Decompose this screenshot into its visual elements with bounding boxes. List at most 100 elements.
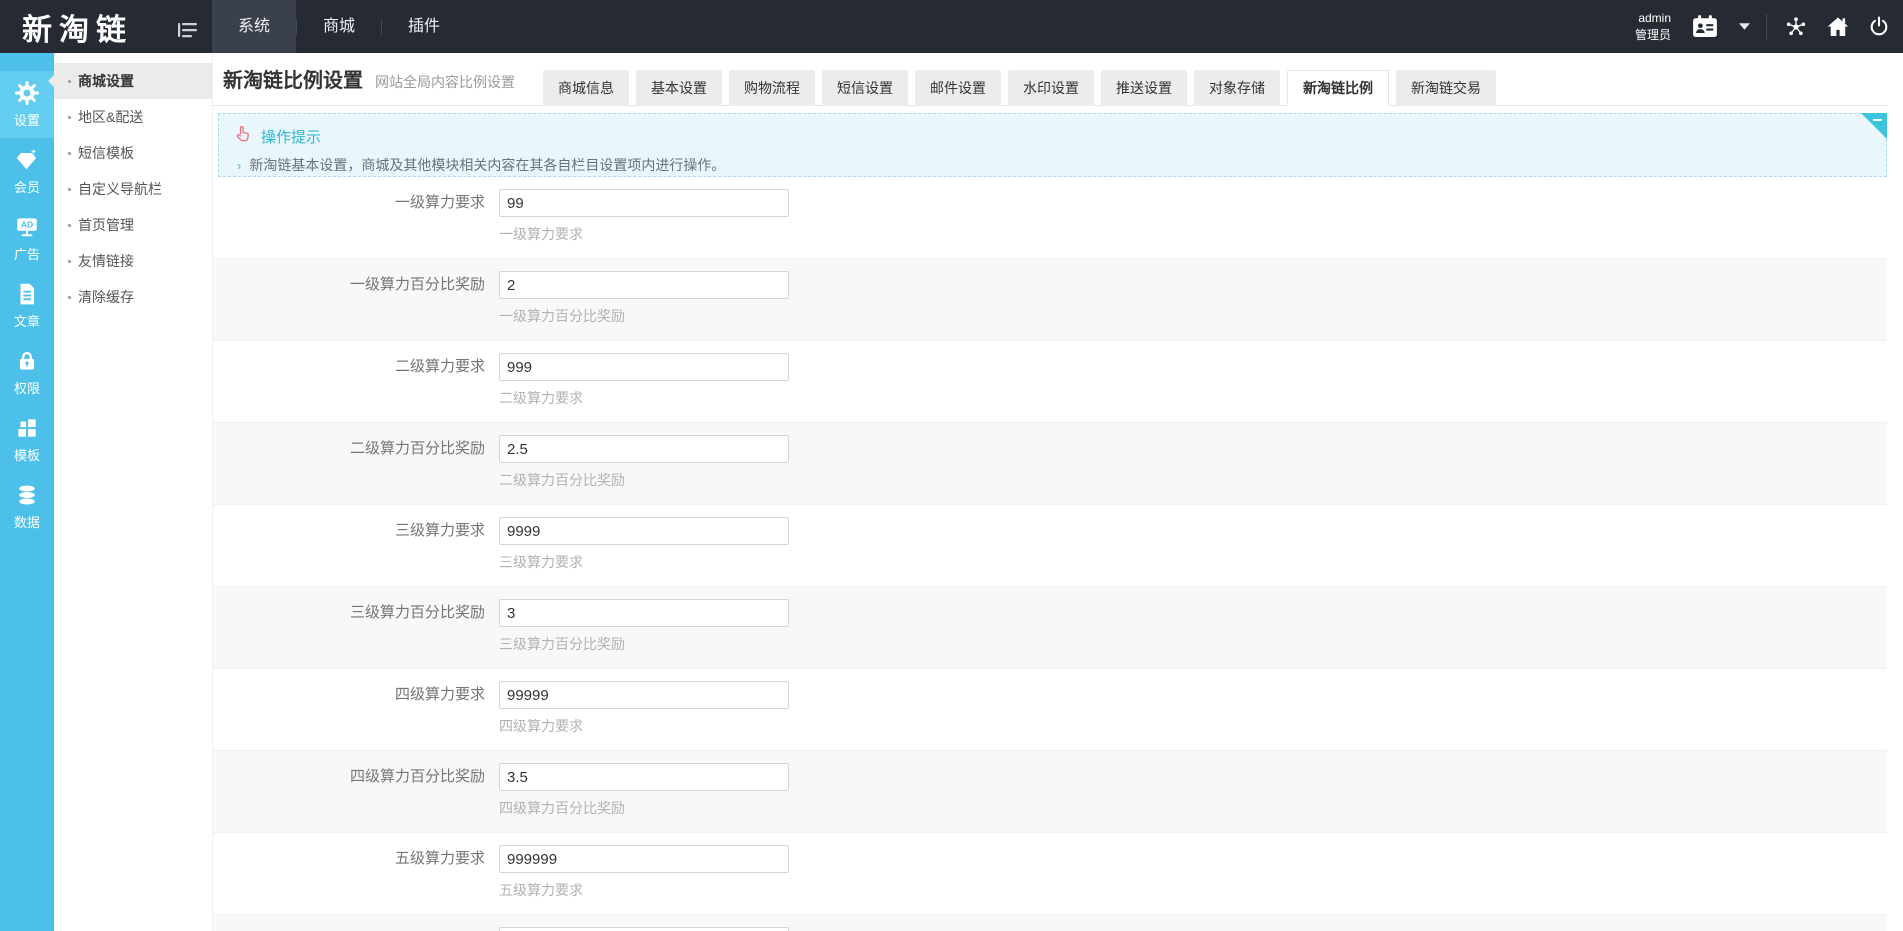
tab-watermark-settings[interactable]: 水印设置 bbox=[1008, 70, 1094, 106]
field-label: 四级算力要求 bbox=[394, 686, 485, 703]
user-name: admin bbox=[1638, 11, 1671, 26]
level2-reward-input[interactable] bbox=[499, 435, 789, 463]
svg-text:AD: AD bbox=[21, 220, 34, 230]
submenu-label: 首页管理 bbox=[78, 217, 134, 233]
field-label: 五级算力百分比奖励 bbox=[213, 927, 485, 931]
gear-icon bbox=[15, 81, 39, 105]
level3-requirement-input[interactable] bbox=[499, 517, 789, 545]
rail-item-templates[interactable]: 模板 bbox=[0, 406, 54, 473]
rail-item-settings[interactable]: 设置 bbox=[0, 71, 54, 138]
form-row-level4-requirement: 四级算力要求 四级算力要求 bbox=[213, 668, 1887, 750]
topnav-item-plugin[interactable]: 插件 bbox=[382, 0, 466, 53]
field-hint: 二级算力要求 bbox=[499, 390, 583, 406]
form-row-level4-reward: 四级算力百分比奖励 四级算力百分比奖励 bbox=[213, 750, 1887, 832]
topnav-item-system[interactable]: 系统 bbox=[212, 0, 297, 53]
rail-item-permissions[interactable]: 权限 bbox=[0, 339, 54, 406]
tab-shopping-flow[interactable]: 购物流程 bbox=[729, 70, 815, 106]
topbar-right: admin 管理员 bbox=[1635, 0, 1903, 53]
tab-mall-info[interactable]: 商城信息 bbox=[543, 70, 629, 106]
level4-requirement-input[interactable] bbox=[499, 681, 789, 709]
database-icon bbox=[19, 485, 35, 505]
field-label: 五级算力要求 bbox=[394, 850, 485, 867]
alert-bullet: › bbox=[237, 157, 242, 173]
bullet-dot bbox=[68, 80, 71, 83]
form-row-level3-requirement: 三级算力要求 三级算力要求 bbox=[213, 504, 1887, 586]
form-row-level1-requirement: 一级算力要求 一级算力要求 bbox=[213, 177, 1887, 258]
page-title: 新淘链比例设置 bbox=[223, 70, 363, 92]
submenu-label: 短信模板 bbox=[78, 145, 134, 161]
id-card-icon[interactable] bbox=[1687, 12, 1723, 42]
top-nav: 系统 商城 插件 bbox=[212, 0, 466, 53]
sidebar-collapse-icon[interactable] bbox=[178, 22, 198, 38]
bullet-dot bbox=[68, 224, 71, 227]
topbar: 新淘链 系统 商城 插件 admin 管理员 bbox=[0, 0, 1903, 53]
rail-item-ads[interactable]: AD 广告 bbox=[0, 205, 54, 272]
chevron-down-icon[interactable] bbox=[1739, 23, 1750, 30]
field-hint: 三级算力要求 bbox=[499, 554, 583, 570]
level5-reward-input[interactable] bbox=[499, 927, 789, 931]
settings-form: 一级算力要求 一级算力要求 一级算力百分比奖励 一级算力百分比奖励 二级算力要求… bbox=[213, 177, 1887, 931]
submenu-item-friend-links[interactable]: 友情链接 bbox=[54, 243, 212, 279]
field-hint: 四级算力百分比奖励 bbox=[499, 800, 625, 816]
level5-requirement-input[interactable] bbox=[499, 845, 789, 873]
submenu-item-mall-settings[interactable]: 商城设置 bbox=[48, 63, 212, 99]
alert-message-row: › 新淘链基本设置，商城及其他模块相关内容在其各自栏目设置项内进行操作。 bbox=[233, 155, 1872, 175]
form-row-level2-reward: 二级算力百分比奖励 二级算力百分比奖励 bbox=[213, 422, 1887, 504]
tab-email-settings[interactable]: 邮件设置 bbox=[915, 70, 1001, 106]
field-label: 一级算力要求 bbox=[394, 194, 485, 211]
level1-reward-input[interactable] bbox=[499, 271, 789, 299]
app-logo: 新淘链 bbox=[22, 13, 133, 47]
tab-object-storage[interactable]: 对象存储 bbox=[1194, 70, 1280, 106]
field-label: 四级算力百分比奖励 bbox=[349, 768, 485, 785]
submenu-label: 友情链接 bbox=[78, 253, 134, 269]
submenu-item-custom-nav[interactable]: 自定义导航栏 bbox=[54, 171, 212, 207]
share-network-icon[interactable] bbox=[1783, 14, 1809, 40]
field-hint: 四级算力要求 bbox=[499, 718, 583, 734]
ad-board-icon: AD bbox=[17, 218, 37, 237]
field-label: 三级算力要求 bbox=[394, 522, 485, 539]
tab-sms-settings[interactable]: 短信设置 bbox=[822, 70, 908, 106]
tab-basic-settings[interactable]: 基本设置 bbox=[636, 70, 722, 106]
icon-rail: 设置 会员 AD 广告 文章 权限 模板 数据 bbox=[0, 53, 54, 931]
user-role: 管理员 bbox=[1634, 27, 1671, 42]
submenu-label: 清除缓存 bbox=[78, 289, 134, 305]
submenu-item-region-shipping[interactable]: 地区&配送 bbox=[54, 99, 212, 135]
field-label: 三级算力百分比奖励 bbox=[349, 604, 485, 621]
level2-requirement-input[interactable] bbox=[499, 353, 789, 381]
form-row-level5-requirement: 五级算力要求 五级算力要求 bbox=[213, 832, 1887, 914]
submenu-item-sms-template[interactable]: 短信模板 bbox=[54, 135, 212, 171]
level4-reward-input[interactable] bbox=[499, 763, 789, 791]
bullet-dot bbox=[68, 116, 71, 119]
power-icon[interactable] bbox=[1867, 15, 1891, 39]
rail-label: 广告 bbox=[13, 247, 40, 262]
topbar-divider bbox=[1766, 13, 1767, 40]
topnav-item-mall[interactable]: 商城 bbox=[297, 0, 381, 53]
tab-xtl-ratio[interactable]: 新淘链比例 bbox=[1287, 70, 1389, 106]
home-icon[interactable] bbox=[1825, 14, 1851, 40]
tab-push-settings[interactable]: 推送设置 bbox=[1101, 70, 1187, 106]
rail-label: 权限 bbox=[13, 381, 40, 396]
alert-collapse-corner[interactable] bbox=[1861, 113, 1887, 139]
alert-title-row: 操作提示 bbox=[233, 124, 1872, 149]
tab-bar: 商城信息 基本设置 购物流程 短信设置 邮件设置 水印设置 推送设置 对象存储 … bbox=[543, 70, 1496, 106]
bullet-dot bbox=[68, 152, 71, 155]
form-row-level2-requirement: 二级算力要求 二级算力要求 bbox=[213, 340, 1887, 422]
rail-item-articles[interactable]: 文章 bbox=[0, 272, 54, 339]
field-hint: 五级算力要求 bbox=[499, 882, 583, 898]
main-content: 新淘链比例设置 网站全局内容比例设置 商城信息 基本设置 购物流程 短信设置 邮… bbox=[212, 53, 1903, 931]
submenu-item-clear-cache[interactable]: 清除缓存 bbox=[54, 279, 212, 315]
minus-icon bbox=[1873, 119, 1882, 121]
rail-item-members[interactable]: 会员 bbox=[0, 138, 54, 205]
level3-reward-input[interactable] bbox=[499, 599, 789, 627]
form-row-level1-reward: 一级算力百分比奖励 一级算力百分比奖励 bbox=[213, 258, 1887, 340]
rail-label: 数据 bbox=[13, 515, 40, 530]
tab-xtl-trade[interactable]: 新淘链交易 bbox=[1396, 70, 1496, 106]
submenu: 商城设置 地区&配送 短信模板 自定义导航栏 首页管理 友情链接 清除缓存 bbox=[48, 53, 212, 931]
level1-requirement-input[interactable] bbox=[499, 189, 789, 217]
bullet-dot bbox=[68, 296, 71, 299]
rail-item-data[interactable]: 数据 bbox=[0, 473, 54, 540]
submenu-item-homepage[interactable]: 首页管理 bbox=[54, 207, 212, 243]
diamond-icon bbox=[16, 148, 37, 170]
page-subtitle: 网站全局内容比例设置 bbox=[375, 74, 515, 90]
user-info[interactable]: admin 管理员 bbox=[1635, 10, 1671, 42]
